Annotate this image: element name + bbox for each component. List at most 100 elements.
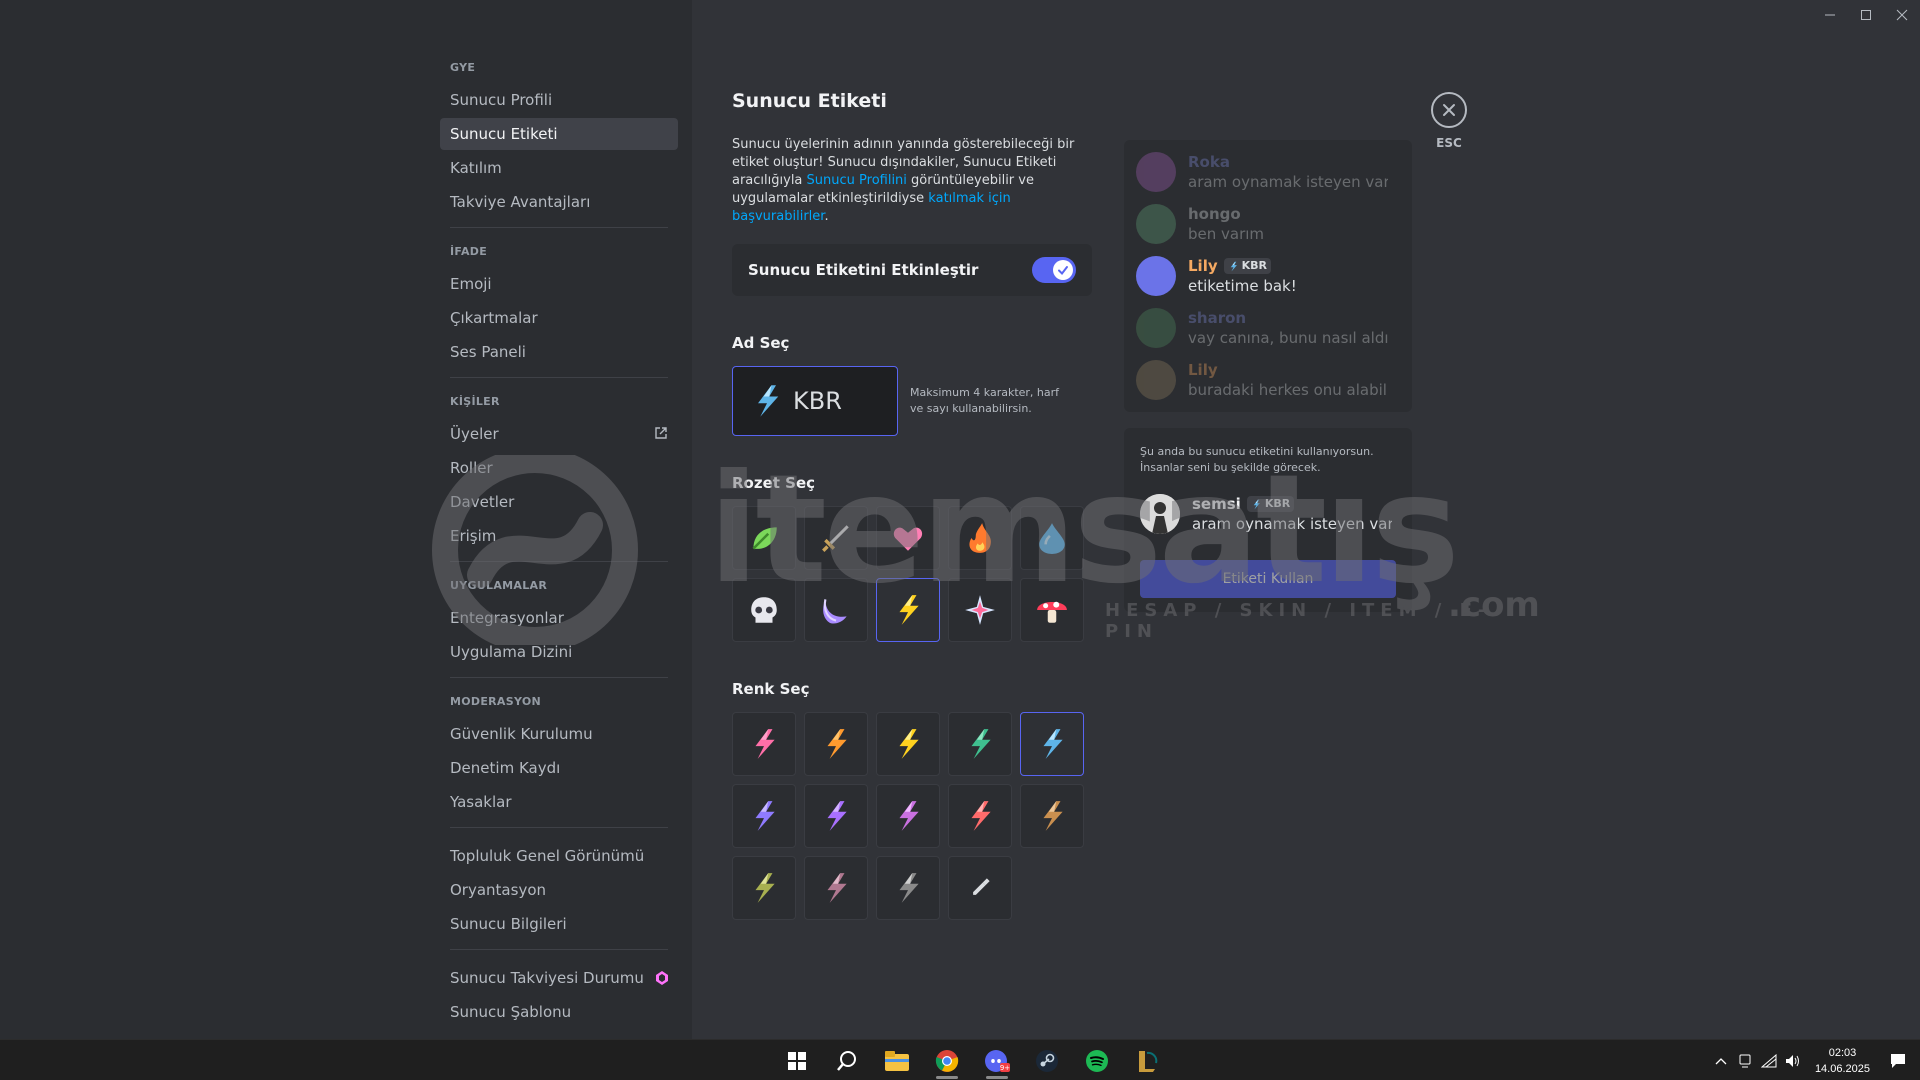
color-option[interactable]: [876, 784, 940, 848]
sidebar-item-takviye-avantajları[interactable]: Takviye Avantajları: [440, 186, 678, 218]
sidebar-item-oryantasyon[interactable]: Oryantasyon: [440, 874, 678, 906]
message-author: Roka: [1188, 152, 1388, 172]
server-profile-link[interactable]: Sunucu Profilini: [807, 173, 907, 188]
explorer-icon[interactable]: [872, 1040, 922, 1080]
sidebar-item-topluluk-genel-görünümü[interactable]: Topluluk Genel Görünümü: [440, 840, 678, 872]
notifications-icon[interactable]: [1886, 1040, 1910, 1080]
badge-option-water[interactable]: [1020, 506, 1084, 570]
sidebar-item-sunucu-profili[interactable]: Sunucu Profili: [440, 84, 678, 116]
close-settings-button[interactable]: [1431, 92, 1467, 128]
avatar: [1136, 256, 1176, 296]
start-icon[interactable]: [772, 1040, 822, 1080]
sword-icon: [822, 525, 849, 552]
color-option[interactable]: [1020, 712, 1084, 776]
enable-tag-toggle[interactable]: [1032, 257, 1076, 283]
badge-option-heart[interactable]: [876, 506, 940, 570]
use-tag-button[interactable]: Etiketi Kullan: [1140, 560, 1396, 598]
tag-text: KBR: [1241, 259, 1268, 272]
description-text-3: .: [824, 209, 829, 224]
sidebar-item-davetler[interactable]: Davetler: [440, 486, 678, 518]
sidebar-divider: [450, 677, 668, 678]
message-author: sharon: [1188, 308, 1388, 328]
search-icon[interactable]: [822, 1040, 872, 1080]
sidebar-item-label: Ses Paneli: [450, 343, 526, 361]
chrome-icon[interactable]: [922, 1040, 972, 1080]
tag-name-field[interactable]: [732, 366, 898, 436]
message-author: hongo: [1188, 204, 1388, 224]
sidebar-divider: [450, 561, 668, 562]
badge-option-sparkle[interactable]: [948, 578, 1012, 642]
sidebar-header: KİŞİLER: [450, 395, 500, 408]
steam-icon[interactable]: [1022, 1040, 1072, 1080]
sidebar-divider: [450, 377, 668, 378]
toggle-knob: [1053, 260, 1073, 280]
sidebar-item-entegrasyonlar[interactable]: Entegrasyonlar: [440, 602, 678, 634]
clock[interactable]: 02:03 14.06.2025: [1815, 1045, 1870, 1077]
tag-name-input[interactable]: [793, 387, 893, 415]
avatar: [1136, 360, 1176, 400]
sidebar-item-sunucu-bilgileri[interactable]: Sunucu Bilgileri: [440, 908, 678, 940]
chat-message: Roka aram oynamak isteyen var mı: [1136, 152, 1400, 204]
color-option[interactable]: [804, 856, 868, 920]
color-option[interactable]: [876, 856, 940, 920]
chat-message: Lily buradaki herkes onu alabilir!: [1136, 360, 1400, 412]
message-text: ben varım: [1188, 225, 1265, 243]
badge-option-fire[interactable]: [948, 506, 1012, 570]
discord-icon[interactable]: 9+: [972, 1040, 1022, 1080]
badge-option-sword[interactable]: [804, 506, 868, 570]
color-option[interactable]: [1020, 784, 1084, 848]
minimize-button[interactable]: [1812, 0, 1848, 30]
sidebar-item-denetim-kaydı[interactable]: Denetim Kaydı: [440, 752, 678, 784]
sidebar-header: MODERASYON: [450, 695, 541, 708]
sidebar-item-güvenlik-kurulumu[interactable]: Güvenlik Kurulumu: [440, 718, 678, 750]
volume-icon[interactable]: [1781, 1040, 1805, 1080]
sidebar-item-sunucu-şablonu[interactable]: Sunucu Şablonu: [440, 996, 678, 1028]
sidebar-item-emoji[interactable]: Emoji: [440, 268, 678, 300]
color-option[interactable]: [732, 856, 796, 920]
badge-option-lightning[interactable]: [876, 578, 940, 642]
badge-option-mushroom[interactable]: [1020, 578, 1084, 642]
server-tag-settings: Sunucu Etiketi Sunucu üyelerinin adının …: [732, 90, 1092, 958]
sidebar-divider: [450, 949, 668, 950]
device-icon[interactable]: [1733, 1040, 1757, 1080]
sidebar-item-erişim[interactable]: Erişim: [440, 520, 678, 552]
color-option[interactable]: [804, 712, 868, 776]
close-window-button[interactable]: [1884, 0, 1920, 30]
sidebar-item-sunucu-etiketi[interactable]: Sunucu Etiketi: [440, 118, 678, 150]
enable-tag-label: Sunucu Etiketini Etkinleştir: [748, 261, 979, 279]
color-option[interactable]: [948, 784, 1012, 848]
sidebar-item-label: Roller: [450, 459, 493, 477]
color-option[interactable]: [804, 784, 868, 848]
league-icon[interactable]: [1122, 1040, 1172, 1080]
close-icon: [1443, 104, 1455, 116]
badge-option-leaf[interactable]: [732, 506, 796, 570]
wifi-icon[interactable]: [1757, 1040, 1781, 1080]
sidebar-item-katılım[interactable]: Katılım: [440, 152, 678, 184]
avatar: [1136, 152, 1176, 192]
sidebar-item-sunucu-takviyesi-durumu[interactable]: Sunucu Takviyesi Durumu: [440, 962, 678, 994]
sidebar-header: İFADE: [450, 245, 488, 258]
badge-option-skull[interactable]: [732, 578, 796, 642]
current-tag-text: Şu anda bu sunucu etiketini kullanıyorsu…: [1140, 445, 1374, 474]
color-option[interactable]: [948, 712, 1012, 776]
sidebar-item-uygulama-dizini[interactable]: Uygulama Dizini: [440, 636, 678, 668]
color-option[interactable]: [732, 712, 796, 776]
sidebar-item-çıkartmalar[interactable]: Çıkartmalar: [440, 302, 678, 334]
badge-option-moon[interactable]: [804, 578, 868, 642]
fire-icon: [969, 523, 991, 553]
sidebar-item-roller[interactable]: Roller: [440, 452, 678, 484]
color-option[interactable]: [732, 784, 796, 848]
sidebar-item-label: Oryantasyon: [450, 881, 546, 899]
spotify-icon[interactable]: [1072, 1040, 1122, 1080]
color-option[interactable]: [876, 712, 940, 776]
sidebar-item-label: Entegrasyonlar: [450, 609, 564, 627]
chevron-up-icon[interactable]: [1709, 1040, 1733, 1080]
custom-color-picker[interactable]: [948, 856, 1012, 920]
sidebar-item-ses-paneli[interactable]: Ses Paneli: [440, 336, 678, 368]
water-icon: [1039, 523, 1065, 554]
sidebar-item-üyeler[interactable]: Üyeler: [440, 418, 678, 450]
sidebar-item-label: Sunucu Takviyesi Durumu: [450, 969, 644, 987]
sidebar-item-yasaklar[interactable]: Yasaklar: [440, 786, 678, 818]
maximize-button[interactable]: [1848, 0, 1884, 30]
eyedropper-icon: [973, 878, 990, 895]
